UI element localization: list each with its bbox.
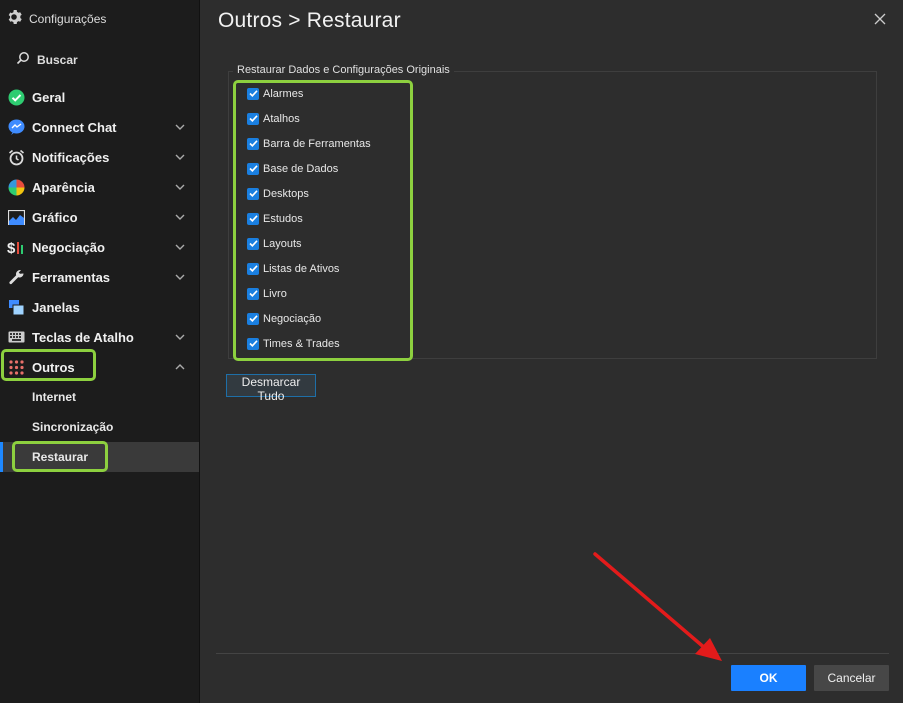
dollar-icon: $ bbox=[7, 238, 25, 256]
checkbox-label: Times & Trades bbox=[263, 337, 340, 350]
sidebar-item-notificacoes[interactable]: Notificações bbox=[0, 142, 199, 172]
search-box[interactable]: Buscar bbox=[16, 51, 78, 68]
sidebar-item-label: Gráfico bbox=[32, 209, 78, 225]
ok-button[interactable]: OK bbox=[731, 665, 806, 691]
checkbox-label: Desktops bbox=[263, 187, 309, 200]
checkbox-barra-de-ferramentas[interactable]: Barra de Ferramentas bbox=[247, 131, 371, 156]
check-circle-icon bbox=[7, 88, 25, 106]
uncheck-all-button[interactable]: Desmarcar Tudo bbox=[226, 374, 316, 403]
checkbox-checked-icon bbox=[247, 312, 259, 325]
dots-grid-icon bbox=[7, 358, 25, 376]
sidebar: Configurações Buscar Geral Connect Chat … bbox=[0, 0, 200, 703]
sidebar-item-label: Outros bbox=[32, 359, 75, 375]
chevron-down-icon bbox=[175, 184, 185, 190]
restore-group-label: Restaurar Dados e Configurações Originai… bbox=[233, 64, 454, 76]
checkbox-alarmes[interactable]: Alarmes bbox=[247, 81, 371, 106]
sidebar-item-negociacao[interactable]: $ Negociação bbox=[0, 232, 199, 262]
checkbox-layouts[interactable]: Layouts bbox=[247, 231, 371, 256]
sidebar-item-teclas-de-atalho[interactable]: Teclas de Atalho bbox=[0, 322, 199, 352]
sidebar-item-label: Connect Chat bbox=[32, 119, 117, 135]
sidebar-item-label: Aparência bbox=[32, 179, 95, 195]
chart-icon bbox=[7, 208, 25, 226]
sidebar-subitem-label: Internet bbox=[32, 390, 77, 404]
close-icon[interactable] bbox=[872, 11, 888, 27]
checkbox-estudos[interactable]: Estudos bbox=[247, 206, 371, 231]
palette-icon bbox=[7, 178, 25, 196]
checkbox-times-trades[interactable]: Times & Trades bbox=[247, 331, 371, 356]
checkbox-label: Barra de Ferramentas bbox=[263, 137, 371, 150]
checkbox-label: Base de Dados bbox=[263, 162, 339, 175]
sidebar-nav: Geral Connect Chat Notificações Aparênci… bbox=[0, 82, 199, 472]
sidebar-item-ferramentas[interactable]: Ferramentas bbox=[0, 262, 199, 292]
cancel-button[interactable]: Cancelar bbox=[814, 665, 889, 691]
checkbox-label: Atalhos bbox=[263, 112, 300, 125]
chevron-down-icon bbox=[175, 154, 185, 160]
sidebar-item-label: Ferramentas bbox=[32, 269, 111, 285]
chevron-down-icon bbox=[175, 124, 185, 130]
checkbox-checked-icon bbox=[247, 262, 259, 275]
checkbox-checked-icon bbox=[247, 237, 259, 250]
checkbox-label: Alarmes bbox=[263, 87, 304, 100]
checkbox-checked-icon bbox=[247, 162, 259, 175]
checkbox-checked-icon bbox=[247, 287, 259, 300]
checkbox-desktops[interactable]: Desktops bbox=[247, 181, 371, 206]
checkbox-atalhos[interactable]: Atalhos bbox=[247, 106, 371, 131]
sidebar-subitem-label: Sincronização bbox=[32, 420, 114, 434]
gear-icon bbox=[6, 9, 22, 28]
checkbox-checked-icon bbox=[247, 137, 259, 150]
keyboard-icon bbox=[7, 328, 25, 346]
checkbox-base-de-dados[interactable]: Base de Dados bbox=[247, 156, 371, 181]
sidebar-subitem-restaurar[interactable]: Restaurar bbox=[0, 442, 199, 472]
checkbox-checked-icon bbox=[247, 112, 259, 125]
window-title-text: Configurações bbox=[29, 11, 107, 26]
window-title: Configurações bbox=[6, 9, 106, 28]
sidebar-item-janelas[interactable]: Janelas bbox=[0, 292, 199, 322]
checkbox-label: Negociação bbox=[263, 312, 322, 325]
checkbox-label: Estudos bbox=[263, 212, 303, 225]
sidebar-subitem-sincronizacao[interactable]: Sincronização bbox=[0, 412, 199, 442]
checkbox-checked-icon bbox=[247, 337, 259, 350]
checkbox-livro[interactable]: Livro bbox=[247, 281, 371, 306]
sidebar-item-label: Geral bbox=[32, 89, 66, 105]
windows-icon bbox=[7, 298, 25, 316]
sidebar-item-label: Notificações bbox=[32, 149, 110, 165]
chevron-down-icon bbox=[175, 244, 185, 250]
checkbox-checked-icon bbox=[247, 87, 259, 100]
restore-checkbox-list: Alarmes Atalhos Barra de Ferramentas Bas… bbox=[247, 81, 371, 356]
checkbox-checked-icon bbox=[247, 212, 259, 225]
checkbox-label: Layouts bbox=[263, 237, 302, 250]
sidebar-subitem-internet[interactable]: Internet bbox=[0, 382, 199, 412]
checkbox-checked-icon bbox=[247, 187, 259, 200]
sidebar-item-geral[interactable]: Geral bbox=[0, 82, 199, 112]
search-label: Buscar bbox=[37, 52, 78, 67]
wrench-icon bbox=[7, 268, 25, 286]
chat-icon bbox=[7, 118, 25, 136]
page-title: Outros > Restaurar bbox=[218, 9, 401, 32]
sidebar-item-label: Janelas bbox=[32, 299, 80, 315]
footer-divider bbox=[216, 653, 889, 654]
chevron-up-icon bbox=[175, 364, 185, 370]
checkbox-listas-de-ativos[interactable]: Listas de Ativos bbox=[247, 256, 371, 281]
alarm-clock-icon bbox=[7, 148, 25, 166]
sidebar-item-aparencia[interactable]: Aparência bbox=[0, 172, 199, 202]
checkbox-label: Livro bbox=[263, 287, 287, 300]
chevron-down-icon bbox=[175, 214, 185, 220]
annotation-arrow-icon bbox=[593, 552, 722, 661]
svg-text:$: $ bbox=[7, 240, 16, 256]
sidebar-item-label: Negociação bbox=[32, 239, 105, 255]
chevron-down-icon bbox=[175, 334, 185, 340]
sidebar-item-label: Teclas de Atalho bbox=[32, 329, 134, 345]
sidebar-item-grafico[interactable]: Gráfico bbox=[0, 202, 199, 232]
sidebar-item-connect-chat[interactable]: Connect Chat bbox=[0, 112, 199, 142]
checkbox-label: Listas de Ativos bbox=[263, 262, 340, 275]
sidebar-subitem-label: Restaurar bbox=[32, 450, 89, 464]
search-icon bbox=[16, 51, 30, 68]
checkbox-negociacao[interactable]: Negociação bbox=[247, 306, 371, 331]
chevron-down-icon bbox=[175, 274, 185, 280]
sidebar-item-outros[interactable]: Outros bbox=[0, 352, 199, 382]
